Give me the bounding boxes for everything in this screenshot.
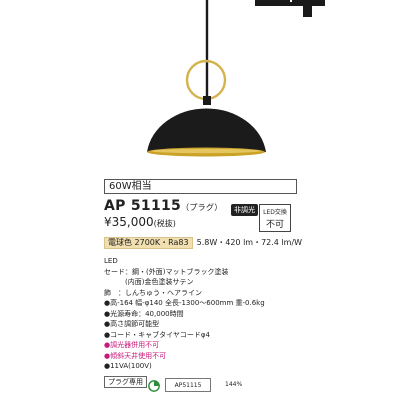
- price-value: ¥35,000: [104, 215, 154, 229]
- pendant-lamp-illustration: [147, 0, 325, 157]
- lamp-shade: [147, 108, 266, 152]
- ceiling-rail: [255, 0, 325, 17]
- plug-only-tag: プラグ専用: [104, 376, 147, 388]
- model-number: AP 51115（プラグ）: [104, 198, 223, 214]
- shade-neck: [203, 96, 211, 105]
- detail-line: (内面)金色塗装サテン: [125, 278, 194, 286]
- detail-line: ●11VA(100V): [104, 362, 152, 370]
- spec-row: 電球色 2700K・Ra83 5.8W・420 lm・72.4 lm/W: [104, 237, 302, 249]
- detail-line: ●コード・キャブタイヤコードφ4: [104, 330, 210, 339]
- non-dimming-badge: 非調光: [231, 204, 258, 216]
- plug-note: （プラグ）: [181, 203, 223, 212]
- details-list: LED セード：鋼・(外面)マットブラック塗装 (内面)金色塗装サテン 飾 ：し…: [104, 256, 265, 372]
- detail-line: ●高さ調節可能型: [104, 320, 160, 328]
- detail-line-warning: ●調光器併用不可: [104, 341, 160, 349]
- wattage-badge: 60W相当: [104, 179, 297, 194]
- detail-line: LED: [104, 257, 118, 265]
- detail-line: ●高-164 幅-φ140 全長-1300～600mm 重-0.6kg: [104, 299, 265, 307]
- energy-mark-icon: [148, 380, 160, 392]
- led-replacement-value: 不可: [265, 220, 284, 230]
- led-replacement-box: LED交換 不可: [259, 204, 291, 232]
- color-temp-tag: 電球色 2700K・Ra83: [104, 237, 193, 249]
- detail-line-warning: ●傾斜天井使用不可: [104, 351, 167, 360]
- product-code-box: AP51115: [165, 378, 211, 392]
- led-replacement-label: LED交換: [263, 209, 287, 216]
- price: ¥35,000(税抜): [104, 215, 176, 229]
- tax-note: (税抜): [153, 219, 176, 228]
- detail-line: ●光源寿命：40,000時間: [104, 309, 184, 318]
- performance-spec: 5.8W・420 lm・72.4 lm/W: [196, 238, 303, 247]
- ratio-percent: 144%: [225, 381, 243, 388]
- model-code: AP 51115: [104, 198, 182, 214]
- detail-line: 飾 ：しんちゅう・ヘアライン: [104, 288, 202, 297]
- detail-line: セード：鋼・(外面)マットブラック塗装: [104, 267, 229, 276]
